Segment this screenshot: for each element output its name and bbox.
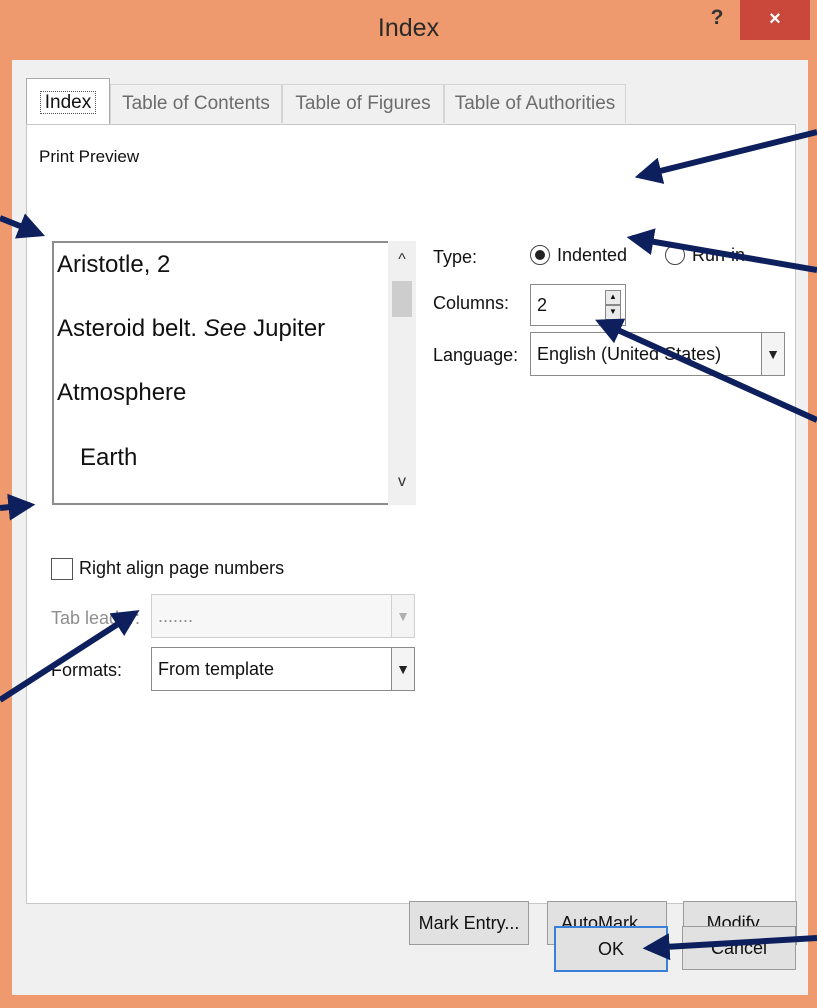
callout-arrow: [0, 610, 140, 703]
annotation-arrows: [0, 129, 817, 961]
callout-arrow: [634, 129, 817, 184]
callout-arrow: [0, 493, 36, 521]
callout-arrow: [626, 228, 817, 273]
callout-arrow: [595, 318, 817, 423]
callout-arrow: [642, 933, 817, 961]
callout-arrow: [0, 213, 46, 239]
